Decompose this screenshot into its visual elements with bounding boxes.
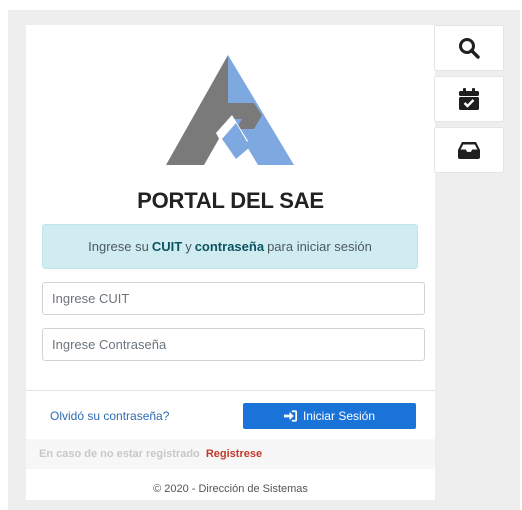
login-button[interactable]: Iniciar Sesión — [243, 403, 416, 429]
alert-suffix: para iniciar sesión — [267, 239, 372, 254]
calendar-check-icon — [459, 88, 479, 110]
register-note: En caso de no estar registrado Registres… — [39, 448, 262, 460]
form-actions: Olvidó su contraseña? Iniciar Sesión — [26, 390, 435, 439]
search-icon — [459, 38, 480, 59]
title-portal: PORTAL — [137, 188, 225, 213]
info-alert: Ingrese su CUIT y contraseña para inicia… — [42, 224, 418, 269]
register-link[interactable]: Registrese — [206, 448, 262, 460]
register-row: En caso de no estar registrado Registres… — [26, 439, 435, 469]
login-button-label: Iniciar Sesión — [302, 409, 376, 423]
alert-conjunction: y — [185, 239, 192, 254]
sae-logo — [166, 55, 294, 165]
alert-prefix: Ingrese su — [88, 239, 149, 254]
password-input[interactable] — [42, 328, 425, 361]
page-title: PORTAL DEL SAE — [26, 188, 435, 214]
sign-in-icon — [283, 410, 297, 422]
alert-password: contraseña — [194, 239, 265, 254]
page-background: PORTAL DEL SAE Ingrese su CUIT y contras… — [8, 10, 520, 510]
calendar-button[interactable] — [434, 76, 504, 122]
register-note-text: En caso de no estar registrado — [39, 448, 200, 460]
title-del: DEL — [230, 188, 274, 213]
title-sae: SAE — [279, 188, 324, 213]
alert-cuit: CUIT — [151, 239, 183, 254]
forgot-password-link[interactable]: Olvidó su contraseña? — [50, 409, 169, 423]
login-card: PORTAL DEL SAE Ingrese su CUIT y contras… — [26, 25, 435, 500]
copyright: © 2020 - Dirección de Sistemas — [153, 483, 308, 495]
inbox-button[interactable] — [434, 127, 504, 173]
search-button[interactable] — [434, 25, 504, 71]
inbox-icon — [458, 142, 480, 159]
cuit-input[interactable] — [42, 282, 425, 315]
